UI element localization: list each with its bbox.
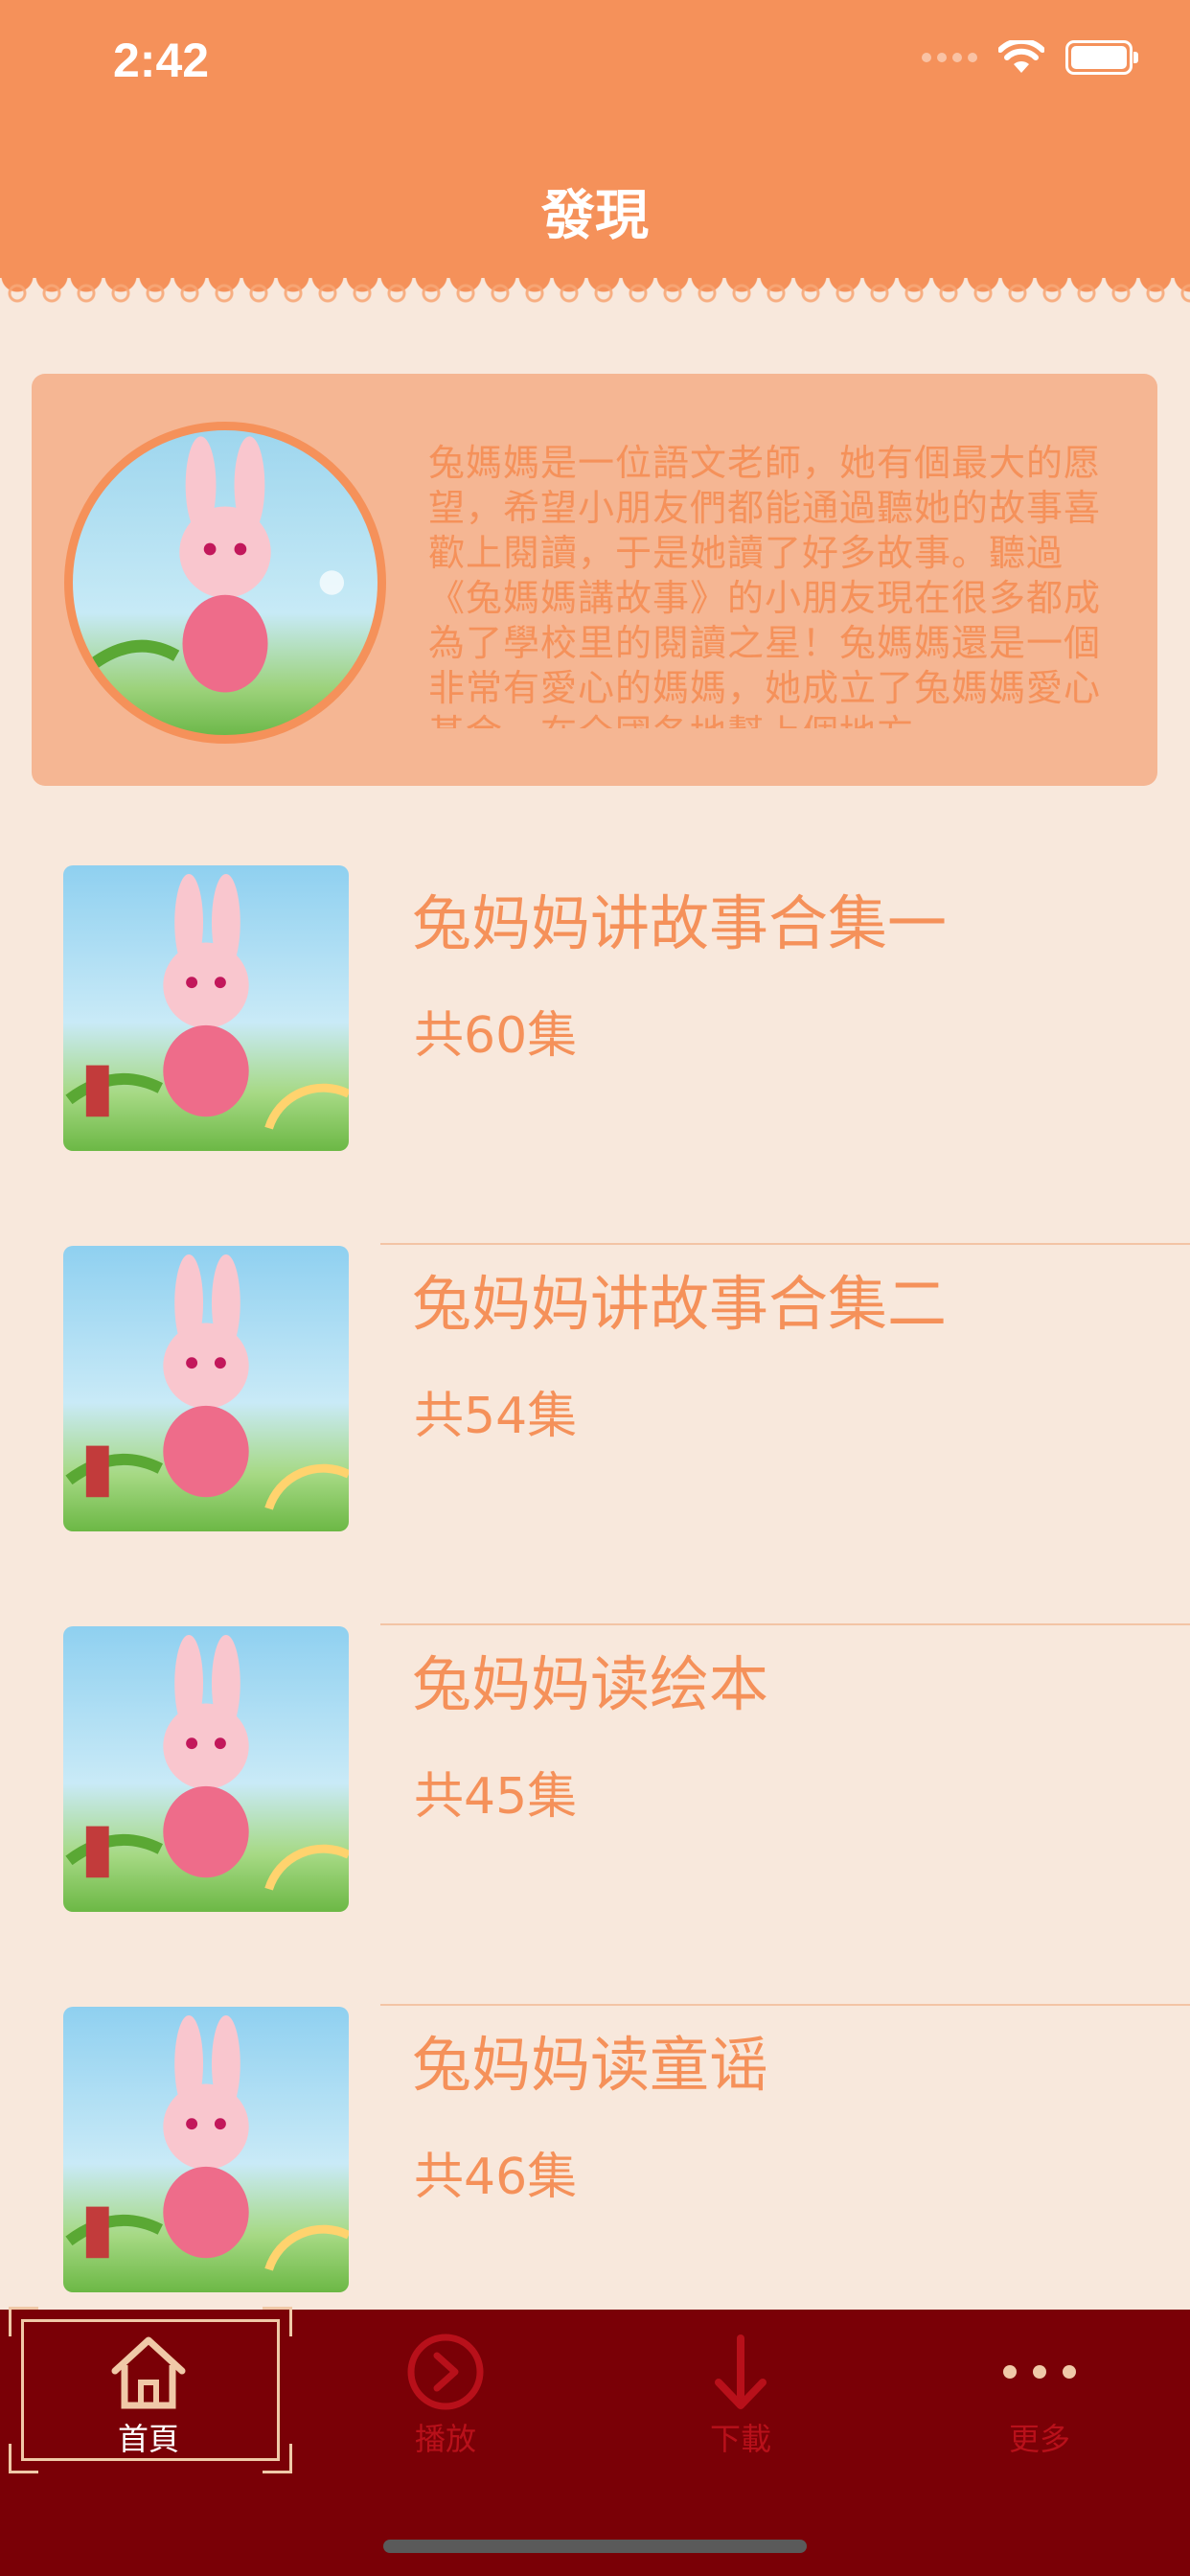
album-title: 兔妈妈读绘本 bbox=[412, 1649, 769, 1719]
album-cover-image bbox=[63, 2007, 349, 2292]
album-title: 兔妈妈讲故事合集二 bbox=[412, 1269, 948, 1339]
list-divider bbox=[380, 1623, 1190, 1625]
page-title: 發現 bbox=[541, 185, 649, 247]
tab-play[interactable]: 播放 bbox=[316, 2329, 575, 2472]
cellular-signal-icon bbox=[922, 53, 977, 62]
bunny-illustration bbox=[65, 2014, 349, 2271]
tab-bar: 首頁 播放 下載 更多 bbox=[0, 2307, 1190, 2576]
album-cover-image bbox=[63, 1246, 349, 1531]
intro-card[interactable]: 兔媽媽是一位語文老師，她有個最大的愿望，希望小朋友們都能通過聽她的故事喜歡上閱讀… bbox=[32, 374, 1157, 786]
tab-play-label: 播放 bbox=[414, 2421, 476, 2457]
bunny-illustration bbox=[83, 436, 345, 693]
bunny-illustration bbox=[65, 873, 349, 1130]
album-list-item[interactable]: 兔妈妈读绘本 共45集 bbox=[0, 1626, 1190, 2006]
bunny-illustration bbox=[65, 1634, 349, 1891]
more-dots-icon bbox=[1003, 2365, 1076, 2379]
home-indicator[interactable] bbox=[383, 2540, 807, 2553]
bunny-illustration bbox=[65, 1254, 349, 1510]
battery-icon bbox=[1065, 40, 1138, 75]
download-arrow-icon bbox=[715, 2334, 767, 2409]
album-title: 兔妈妈讲故事合集一 bbox=[412, 888, 948, 958]
tab-download-label: 下載 bbox=[709, 2421, 771, 2457]
tab-more[interactable]: 更多 bbox=[910, 2329, 1169, 2472]
episode-count: 共60集 bbox=[414, 1007, 578, 1065]
status-icons bbox=[922, 40, 1138, 75]
list-divider bbox=[380, 2004, 1190, 2006]
lace-pattern-decoration bbox=[0, 280, 1190, 309]
album-list-item[interactable]: 兔妈妈讲故事合集一 共60集 bbox=[0, 865, 1190, 1245]
tab-home-label: 首頁 bbox=[117, 2421, 179, 2457]
album-cover-image bbox=[63, 865, 349, 1151]
home-icon bbox=[111, 2336, 186, 2409]
album-cover-image bbox=[63, 1626, 349, 1912]
tab-download[interactable]: 下載 bbox=[611, 2329, 870, 2472]
bunny-avatar-image bbox=[64, 422, 386, 744]
list-divider bbox=[380, 1243, 1190, 1245]
status-time: 2:42 bbox=[113, 34, 210, 87]
navigation-bar: 發現 bbox=[0, 134, 1190, 278]
intro-description: 兔媽媽是一位語文老師，她有個最大的愿望，希望小朋友們都能通過聽她的故事喜歡上閱讀… bbox=[428, 442, 1102, 728]
album-list-item[interactable]: 兔妈妈讲故事合集二 共54集 bbox=[0, 1246, 1190, 1625]
album-title: 兔妈妈读童谣 bbox=[412, 2030, 769, 2100]
episode-count: 共45集 bbox=[414, 1768, 578, 1826]
tab-more-label: 更多 bbox=[1008, 2421, 1070, 2457]
episode-count: 共54集 bbox=[414, 1388, 578, 1445]
status-bar: 2:42 bbox=[0, 0, 1190, 134]
wifi-icon bbox=[998, 40, 1044, 73]
episode-count: 共46集 bbox=[414, 2149, 578, 2206]
tab-home[interactable]: 首頁 bbox=[19, 2329, 278, 2472]
play-circle-icon bbox=[407, 2334, 484, 2410]
